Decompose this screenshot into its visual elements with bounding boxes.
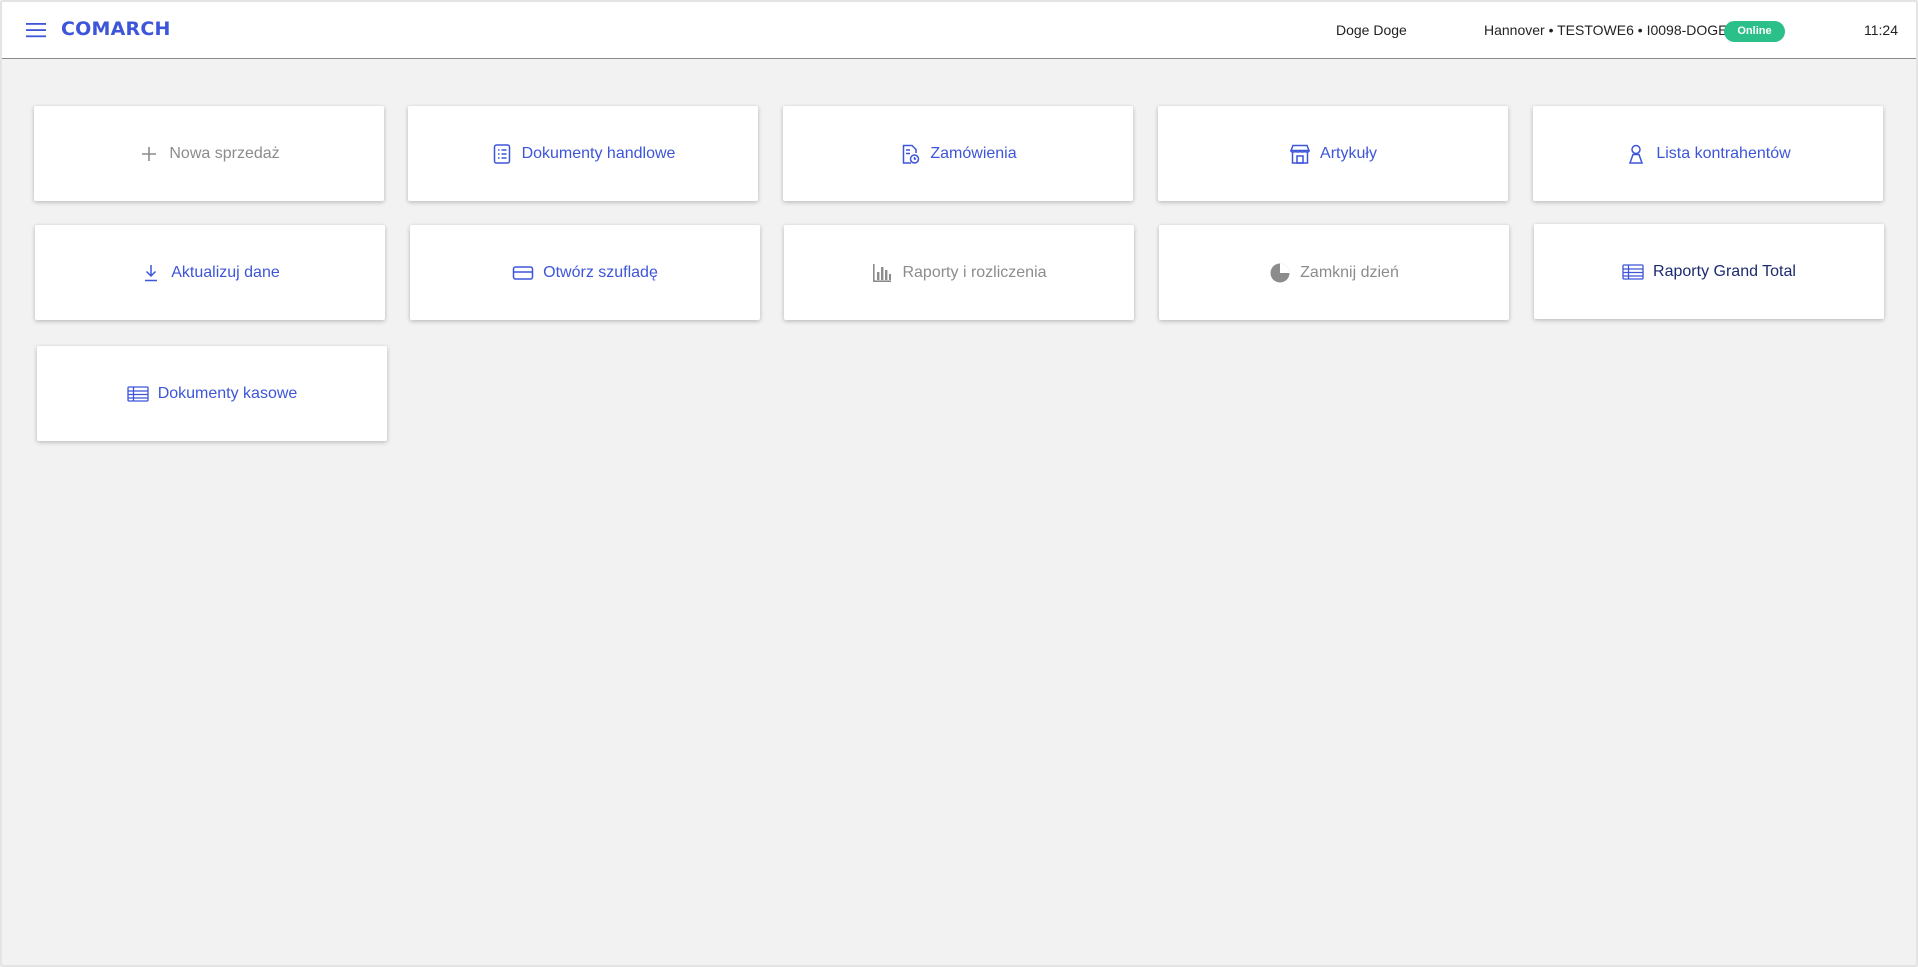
order-icon [899, 143, 921, 165]
tile-dokumenty-kasowe[interactable]: Dokumenty kasowe [37, 346, 387, 441]
document-list-icon [491, 143, 513, 165]
comarch-logo: COMARCH [61, 18, 171, 40]
download-icon [140, 262, 162, 284]
bar-chart-icon [871, 262, 893, 284]
tile-label: Raporty Grand Total [1653, 262, 1796, 280]
tile-raporty-grand-total[interactable]: Raporty Grand Total [1534, 224, 1884, 319]
tile-label: Lista kontrahentów [1656, 144, 1791, 162]
tile-label: Otwórz szufladę [543, 263, 658, 281]
pie-icon [1269, 262, 1291, 284]
tile-artykuly[interactable]: Artykuły [1158, 106, 1508, 201]
tile-label: Aktualizuj dane [171, 263, 280, 281]
tile-otworz-szuflade[interactable]: Otwórz szufladę [410, 225, 760, 320]
app-frame: COMARCH Doge Doge Hannover • TESTOWE6 • … [0, 0, 1918, 967]
tile-lista-kontrahentow[interactable]: Lista kontrahentów [1533, 106, 1883, 201]
online-status-badge: Online [1724, 21, 1785, 42]
top-bar: COMARCH Doge Doge Hannover • TESTOWE6 • … [2, 2, 1916, 59]
tile-label: Nowa sprzedaż [169, 144, 280, 162]
tile-nowa-sprzedaz[interactable]: Nowa sprzedaż [34, 106, 384, 201]
tile-dokumenty-handlowe[interactable]: Dokumenty handlowe [408, 106, 758, 201]
person-icon [1625, 143, 1647, 165]
tile-zamowienia[interactable]: Zamówienia [783, 106, 1133, 201]
tile-label: Zamówienia [930, 144, 1017, 162]
hamburger-menu-icon[interactable] [24, 21, 48, 39]
tile-label: Raporty i rozliczenia [902, 263, 1047, 281]
table-icon [1622, 261, 1644, 283]
tile-label: Dokumenty kasowe [157, 384, 298, 402]
store-icon [1289, 143, 1311, 165]
tile-raporty-i-rozliczenia[interactable]: Raporty i rozliczenia [784, 225, 1134, 320]
tile-zamknij-dzien[interactable]: Zamknij dzień [1159, 225, 1509, 320]
user-name: Doge Doge [1336, 22, 1407, 38]
tile-aktualizuj-dane[interactable]: Aktualizuj dane [35, 225, 385, 320]
tile-label: Zamknij dzień [1300, 263, 1399, 281]
plus-icon [138, 143, 160, 165]
card-icon [512, 262, 534, 284]
location-info: Hannover • TESTOWE6 • I0098-DOGE [1484, 22, 1728, 38]
clock: 11:24 [1864, 22, 1898, 38]
tile-label: Dokumenty handlowe [521, 144, 676, 162]
tile-label: Artykuły [1320, 144, 1377, 162]
table-icon [127, 383, 149, 405]
